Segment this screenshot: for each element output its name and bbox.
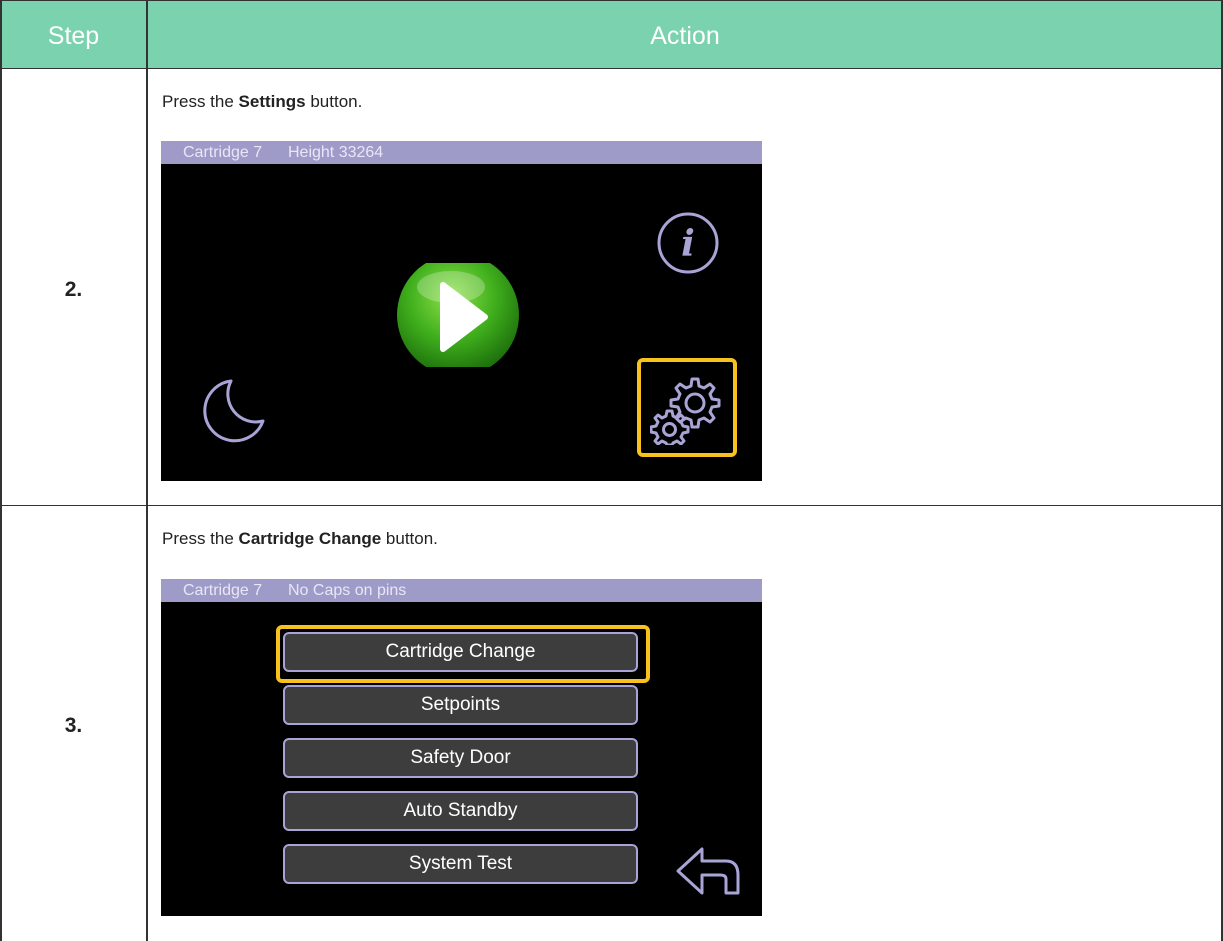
setpoints-button[interactable]: Setpoints — [283, 685, 638, 725]
table-header: Step Action — [0, 0, 1223, 68]
safety-door-button[interactable]: Safety Door — [283, 738, 638, 778]
status-cartridge: Cartridge 7 — [183, 582, 263, 599]
back-arrow-icon[interactable] — [674, 845, 742, 897]
table-column-divider — [146, 0, 148, 941]
table-border-left — [0, 0, 2, 941]
instruction-step-3: Press the Cartridge Change button. — [162, 529, 438, 549]
settings-icon[interactable] — [650, 371, 724, 445]
svg-text:i: i — [681, 223, 695, 265]
instruction-prefix: Press the — [162, 529, 239, 548]
home-screen: Cartridge 7 Height 33264 i — [161, 141, 762, 481]
row-divider — [0, 505, 1223, 506]
instruction-table: Step Action 2. Press the Settings button… — [0, 0, 1223, 941]
status-caps: No Caps on pins — [288, 582, 407, 599]
status-bar: Cartridge 7 No Caps on pins — [161, 579, 762, 602]
system-test-button[interactable]: System Test — [283, 844, 638, 884]
header-divider — [0, 68, 1223, 69]
step-number-3: 3. — [64, 714, 83, 737]
instruction-step-2: Press the Settings button. — [162, 92, 362, 112]
instruction-prefix: Press the — [162, 92, 239, 111]
play-icon[interactable] — [393, 263, 523, 367]
status-bar: Cartridge 7 Height 33264 — [161, 141, 762, 164]
instruction-bold: Settings — [238, 92, 306, 111]
table-border-top — [0, 0, 1223, 1]
status-height: Height 33264 — [288, 144, 384, 161]
step-number-2: 2. — [64, 278, 83, 301]
moon-icon[interactable] — [201, 377, 267, 443]
settings-screen: Cartridge 7 No Caps on pins Cartridge Ch… — [161, 579, 762, 916]
cartridge-change-button[interactable]: Cartridge Change — [283, 632, 638, 672]
header-action: Action — [650, 22, 720, 50]
info-icon[interactable]: i — [655, 210, 721, 276]
instruction-suffix: button. — [305, 92, 363, 111]
instruction-bold: Cartridge Change — [238, 529, 382, 548]
status-cartridge: Cartridge 7 — [183, 144, 263, 161]
auto-standby-button[interactable]: Auto Standby — [283, 791, 638, 831]
header-step: Step — [47, 22, 100, 50]
instruction-suffix: button. — [381, 529, 438, 548]
